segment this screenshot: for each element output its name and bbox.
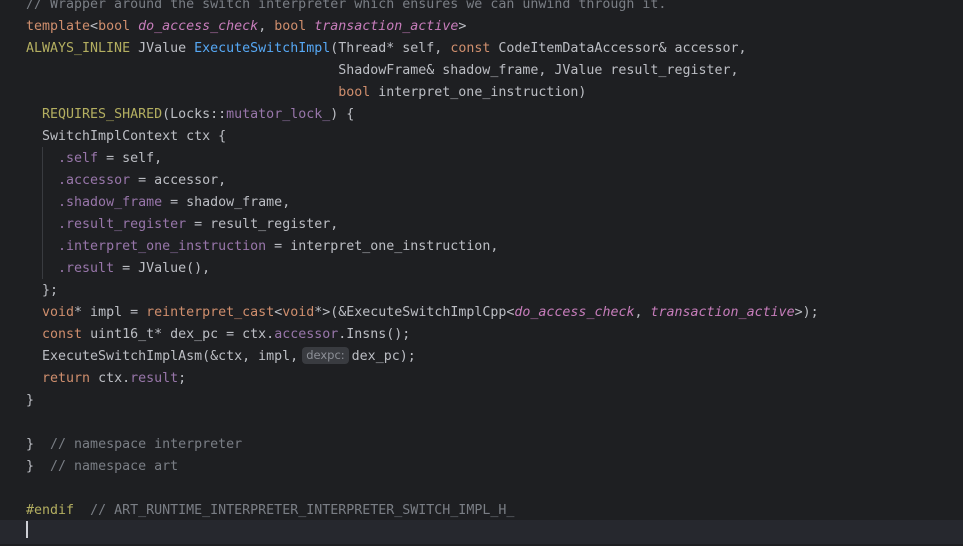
code-line-7[interactable]: SwitchImplContext ctx {: [26, 126, 963, 148]
parameter-inlay-hint: dexpc:: [302, 347, 349, 364]
code-line-24[interactable]: #endif // ART_RUNTIME_INTERPRETER_INTERP…: [26, 500, 963, 522]
code-line-15[interactable]: void* impl = reinterpret_cast<void*>(&Ex…: [26, 302, 963, 324]
code-line-14[interactable]: };: [26, 280, 963, 302]
code-line-6[interactable]: REQUIRES_SHARED(Locks::mutator_lock_) {: [26, 104, 963, 126]
code-line-13[interactable]: .result = JValue(),: [26, 258, 963, 280]
text-caret: [26, 520, 28, 538]
code-line-22[interactable]: } // namespace art: [26, 456, 963, 478]
code-line-1[interactable]: // Wrapper around the switch interpreter…: [26, 0, 963, 16]
comment: // Wrapper around the switch interpreter…: [26, 0, 667, 12]
code-line-8[interactable]: .self = self,: [26, 148, 963, 170]
code-editor[interactable]: // Wrapper around the switch interpreter…: [0, 0, 963, 546]
code-line-11[interactable]: .result_register = result_register,: [26, 214, 963, 236]
code-line-10[interactable]: .shadow_frame = shadow_frame,: [26, 192, 963, 214]
code-line-21[interactable]: } // namespace interpreter: [26, 434, 963, 456]
code-line-3[interactable]: ALWAYS_INLINE JValue ExecuteSwitchImpl(T…: [26, 38, 963, 60]
code-line-19[interactable]: }: [26, 390, 963, 412]
code-line-5[interactable]: bool interpret_one_instruction): [26, 82, 963, 104]
code-line-18[interactable]: return ctx.result;: [26, 368, 963, 390]
code-line-9[interactable]: .accessor = accessor,: [26, 170, 963, 192]
code-line-17[interactable]: ExecuteSwitchImplAsm(&ctx, impl, dexpc: de…: [26, 346, 963, 368]
code-line-2[interactable]: template<bool do_access_check, bool tran…: [26, 16, 963, 38]
code-line-12[interactable]: .interpret_one_instruction = interpret_o…: [26, 236, 963, 258]
code-line-4[interactable]: ShadowFrame& shadow_frame, JValue result…: [26, 60, 963, 82]
code-line-20[interactable]: [26, 412, 963, 434]
code-line-23[interactable]: [26, 478, 963, 500]
code-line-16[interactable]: const uint16_t* dex_pc = ctx.accessor.In…: [26, 324, 963, 346]
current-line[interactable]: [0, 520, 963, 544]
